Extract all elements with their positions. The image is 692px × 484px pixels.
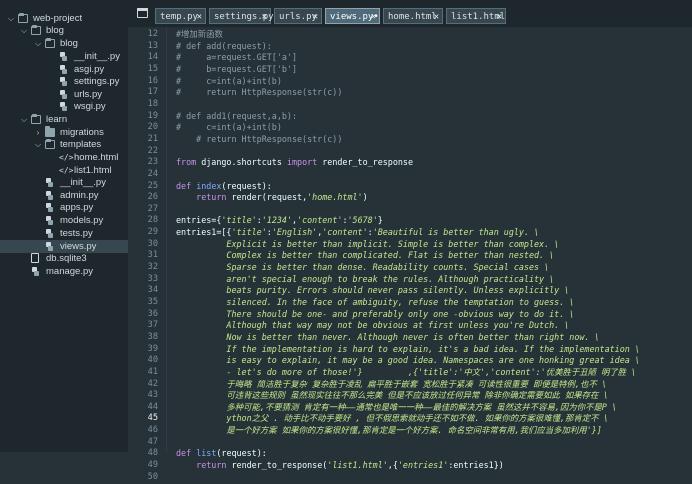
python-file-icon: [45, 229, 54, 238]
sidebar-item-label: home.html: [74, 152, 119, 163]
sidebar-item[interactable]: wsgi.py: [0, 100, 128, 113]
chevron-down-icon[interactable]: ⌵: [19, 24, 29, 37]
tab-menu-icon[interactable]: [137, 8, 148, 19]
code-line[interactable]: from django.shortcuts import render_to_r…: [176, 156, 413, 169]
sidebar-item[interactable]: settings.py: [0, 75, 128, 88]
chevron-down-icon[interactable]: ⌵: [33, 138, 43, 151]
code-line[interactable]: 是一个好方案 如果你的方案很好懂,那肯定是一个好方案. 命名空间非常有用,我们应…: [176, 424, 601, 437]
editor-tab[interactable]: temp.py ✕: [155, 8, 206, 24]
sidebar-item[interactable]: tests.py: [0, 227, 128, 240]
python-file-icon: [45, 178, 54, 187]
sidebar-item[interactable]: apps.py: [0, 201, 128, 214]
code-line[interactable]: return render_to_response('list1.html',{…: [176, 459, 504, 472]
folder-icon: [45, 126, 55, 137]
close-icon[interactable]: ✕: [371, 9, 376, 25]
editor-tab[interactable]: home.html ✕: [383, 8, 443, 24]
sidebar-item-label: __init__.py: [74, 51, 120, 62]
editor-tab[interactable]: views.py• ✕: [325, 8, 380, 24]
sidebar-item[interactable]: db.sqlite3: [0, 252, 128, 265]
python-file-icon: [45, 191, 54, 200]
sidebar-item-label: __init__.py: [60, 177, 106, 188]
html-file-icon: </>: [59, 153, 74, 162]
python-file-icon: [59, 102, 68, 111]
close-icon[interactable]: ✕: [313, 9, 318, 25]
editor-tab[interactable]: settings.py ✕: [209, 8, 274, 25]
sidebar-item[interactable]: ⌵ templates: [0, 138, 128, 151]
close-icon[interactable]: ✕: [497, 9, 502, 25]
line-number: 50: [147, 471, 158, 482]
sidebar-item-label: apps.py: [60, 202, 94, 213]
folder-open-icon: [45, 38, 55, 48]
python-file-icon: [45, 216, 54, 225]
sidebar-item[interactable]: ⌵ learn: [0, 113, 128, 126]
folder-open-icon: [31, 114, 41, 124]
sidebar-item-label: learn: [46, 114, 68, 125]
sidebar-item-label: blog: [60, 38, 78, 49]
sidebar-item-label: blog: [46, 25, 64, 36]
sidebar-item[interactable]: </> home.html: [0, 151, 128, 164]
code-line[interactable]: # return HttpResponse(str(c)): [176, 133, 342, 146]
sidebar-item-label: models.py: [60, 215, 104, 226]
sidebar-item[interactable]: models.py: [0, 214, 128, 227]
editor-tab[interactable]: list1.html ✕: [446, 8, 506, 24]
python-file-icon: [45, 242, 54, 251]
python-file-icon: [59, 65, 68, 74]
sidebar-item-label: db.sqlite3: [46, 253, 87, 264]
python-file-icon: [59, 90, 68, 99]
folder-open-icon: [45, 139, 55, 149]
folder-open-icon: [18, 13, 28, 23]
chevron-down-icon[interactable]: ⌵: [33, 37, 43, 50]
sidebar-item[interactable]: __init__.py: [0, 50, 128, 63]
sidebar-item-label: tests.py: [60, 228, 93, 239]
file-explorer-sidebar: ⌵ web-project ⌵ blog ⌵ blog __init__.py asgi.py…: [0, 0, 128, 452]
sidebar-item-label: manage.py: [46, 266, 94, 277]
sidebar-item[interactable]: __init__.py: [0, 176, 128, 189]
sidebar-item-label: settings.py: [74, 76, 120, 87]
code-line[interactable]: # return HttpResponse(str(c)): [176, 86, 342, 99]
tab-label: temp.py: [160, 12, 198, 22]
sidebar-item[interactable]: ⌵ blog: [0, 37, 128, 50]
close-icon[interactable]: ✕: [262, 9, 267, 25]
code-line[interactable]: return render(request,'home.html'): [176, 191, 367, 204]
sidebar-item[interactable]: ⌵ blog: [0, 24, 128, 37]
fold-guide: [166, 27, 167, 452]
editor-tab-bar: temp.py ✕ settings.py ✕ urls.py ✕ views.py• ✕ ho…: [128, 0, 692, 27]
line-number-gutter: 12 13 14 15 16 17 18 19 20 21 22 23 24 25 26 27 28 29 30 31…: [128, 27, 162, 482]
chevron-down-icon[interactable]: ⌵: [19, 113, 29, 126]
sidebar-item-label: templates: [60, 139, 102, 150]
close-icon[interactable]: ✕: [434, 9, 439, 25]
python-file-icon: [31, 267, 40, 276]
sidebar-item[interactable]: manage.py: [0, 265, 128, 278]
folder-open-icon: [31, 25, 41, 35]
tab-label: home.html: [388, 12, 437, 22]
sidebar-item-label: wsgi.py: [74, 101, 106, 112]
python-file-icon: [45, 203, 54, 212]
editor-tab[interactable]: urls.py ✕: [274, 8, 322, 24]
database-file-icon: [31, 253, 39, 263]
html-file-icon: </>: [59, 166, 74, 175]
python-file-icon: [59, 77, 68, 86]
python-file-icon: [59, 52, 68, 61]
close-icon[interactable]: ✕: [197, 9, 202, 25]
tab-label: urls.py: [279, 12, 317, 22]
code-editor[interactable]: 12 13 14 15 16 17 18 19 20 21 22 23 24 25 26 27 28 29 30 31…: [128, 27, 692, 482]
